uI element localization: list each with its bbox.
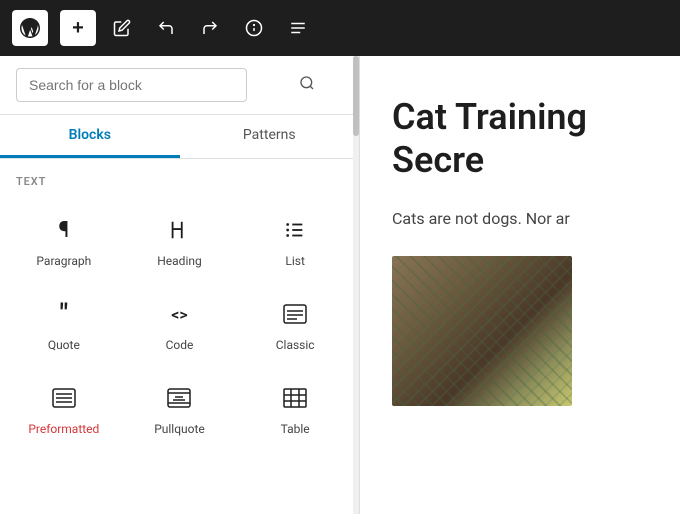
pullquote-icon	[165, 384, 193, 412]
tab-blocks[interactable]: Blocks	[0, 115, 180, 158]
list-view-button[interactable]	[280, 10, 316, 46]
sidebar-content: TEXT ¶ Paragraph Heading	[0, 159, 359, 514]
block-item-paragraph[interactable]: ¶ Paragraph	[8, 200, 120, 280]
search-input[interactable]	[16, 68, 247, 102]
preformatted-icon	[50, 384, 78, 412]
list-label: List	[285, 254, 305, 268]
add-block-button[interactable]: +	[60, 10, 96, 46]
editor-image	[392, 256, 572, 406]
block-item-table[interactable]: Table	[239, 368, 351, 448]
block-item-quote[interactable]: " Quote	[8, 284, 120, 364]
scrollbar-track[interactable]	[353, 56, 359, 514]
code-label: Code	[166, 338, 194, 352]
search-icon	[299, 75, 315, 95]
block-item-classic[interactable]: Classic	[239, 284, 351, 364]
block-item-preformatted[interactable]: Preformatted	[8, 368, 120, 448]
info-button[interactable]	[236, 10, 272, 46]
block-item-pullquote[interactable]: Pullquote	[124, 368, 236, 448]
table-icon	[281, 384, 309, 412]
undo-button[interactable]	[148, 10, 184, 46]
toolbar: +	[0, 0, 680, 56]
classic-label: Classic	[276, 338, 315, 352]
wordpress-logo[interactable]	[12, 10, 48, 46]
editor-title: Cat Training Secre	[392, 96, 648, 182]
blocks-grid: ¶ Paragraph Heading	[8, 200, 351, 448]
block-item-list[interactable]: List	[239, 200, 351, 280]
quote-icon: "	[50, 300, 78, 328]
quote-label: Quote	[48, 338, 80, 352]
heading-label: Heading	[157, 254, 202, 268]
search-area	[0, 56, 359, 115]
scrollbar-thumb[interactable]	[353, 56, 359, 136]
editor-content: Cats are not dogs. Nor ar	[392, 206, 648, 232]
editor-area: Cat Training Secre Cats are not dogs. No…	[360, 56, 680, 514]
classic-icon	[281, 300, 309, 328]
section-label-text: TEXT	[8, 175, 351, 200]
tab-patterns[interactable]: Patterns	[180, 115, 360, 158]
preformatted-label: Preformatted	[28, 422, 99, 436]
sidebar: Blocks Patterns TEXT ¶ Paragraph	[0, 56, 360, 514]
search-container	[16, 68, 343, 102]
table-label: Table	[281, 422, 310, 436]
list-icon	[281, 216, 309, 244]
paragraph-icon: ¶	[50, 216, 78, 244]
paragraph-label: Paragraph	[36, 254, 91, 268]
block-item-code[interactable]: <> Code	[124, 284, 236, 364]
block-item-heading[interactable]: Heading	[124, 200, 236, 280]
main-layout: Blocks Patterns TEXT ¶ Paragraph	[0, 56, 680, 514]
edit-button[interactable]	[104, 10, 140, 46]
redo-button[interactable]	[192, 10, 228, 46]
code-icon: <>	[165, 300, 193, 328]
pullquote-label: Pullquote	[154, 422, 205, 436]
heading-icon	[165, 216, 193, 244]
tabs: Blocks Patterns	[0, 115, 359, 159]
